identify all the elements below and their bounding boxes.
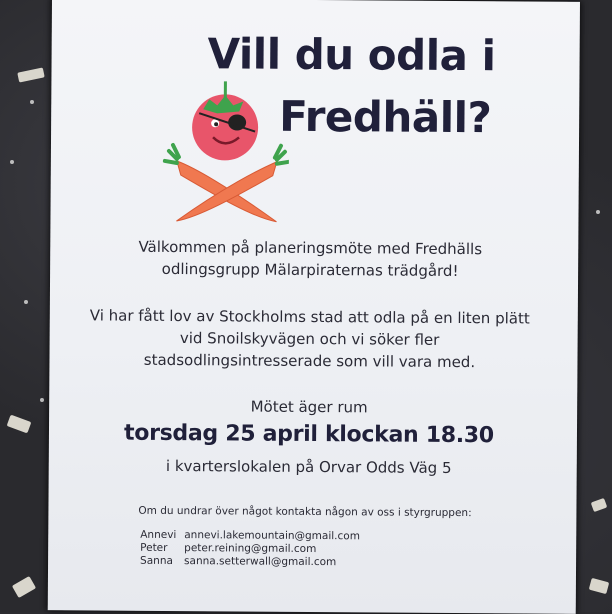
paper-scrap: [17, 67, 45, 83]
staple: [24, 300, 28, 304]
paper-scrap: [6, 414, 32, 434]
contact-email: sanna.setterwall@gmail.com: [184, 555, 337, 569]
paper-scrap: [588, 577, 610, 595]
staple: [596, 210, 600, 214]
meeting-date: torsdag 25 april klockan 18.30: [124, 420, 494, 449]
contact-name: Annevi: [140, 528, 177, 542]
pirate-tomato-with-crossed-carrots-icon: [162, 81, 290, 223]
contact-email: annevi.lakemountain@gmail.com: [184, 529, 361, 543]
contact-list: Annevi annevi.lakemountain@gmail.com Pet…: [140, 529, 360, 570]
tomato-icon: [192, 81, 259, 161]
contact-email: peter.reining@gmail.com: [184, 542, 317, 556]
staple: [40, 398, 44, 402]
contact-row: Sanna sanna.setterwall@gmail.com: [140, 555, 360, 570]
meeting-place: i kvarterslokalen på Orvar Odds Väg 5: [165, 456, 452, 477]
title-line-1: Vill du odla i: [207, 29, 496, 81]
contact-name: Peter: [140, 541, 168, 554]
contact-intro: Om du undrar över något kontakta någon a…: [138, 504, 472, 520]
paper-scrap: [590, 497, 608, 513]
title-line-2: Fredhäll?: [279, 91, 492, 143]
meeting-label: Mötet äger rum: [250, 397, 368, 417]
staple: [10, 160, 14, 164]
welcome-text: Välkommen på planeringsmöte med Fredhäll…: [138, 237, 483, 281]
permission-text: Vi har fått lov av Stockholms stad att o…: [89, 306, 530, 372]
poster: Vill du odla i Fredhäll? Välkommen på pl…: [47, 0, 580, 614]
paper-scrap: [11, 575, 37, 599]
contact-name: Sanna: [140, 554, 173, 568]
staple: [30, 100, 34, 104]
